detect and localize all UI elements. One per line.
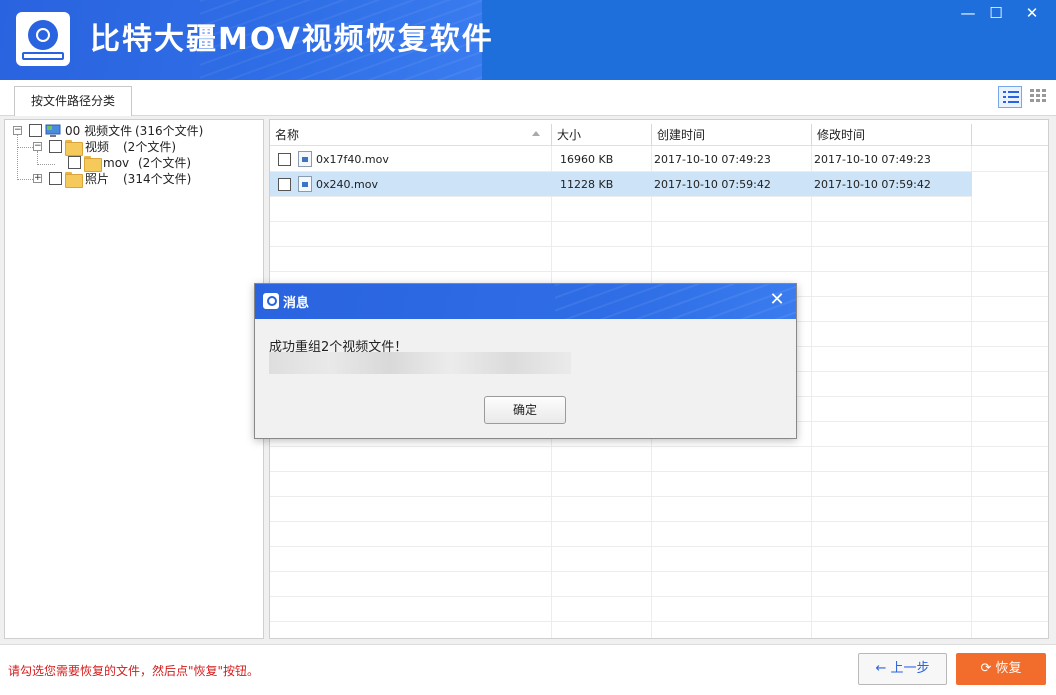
hint-text: 请勾选您需要恢复的文件，然后点"恢复"按钮。 (8, 664, 260, 678)
empty-row (270, 497, 1048, 522)
cell-created: 2017-10-10 07:49:23 (654, 153, 771, 166)
list-view-icon (1003, 91, 1019, 103)
tree-item-mov-label: mov (103, 156, 130, 170)
empty-row (270, 247, 1048, 272)
empty-row (270, 572, 1048, 597)
column-header-name[interactable]: 名称 (270, 124, 552, 146)
cell-name: 0x17f40.mov (316, 153, 389, 166)
column-header-size[interactable]: 大小 (552, 124, 652, 146)
previous-step-button[interactable]: ← 上一步 (858, 653, 947, 685)
empty-row (270, 547, 1048, 572)
tree-item-photos[interactable]: + 照片 (314个文件) (5, 171, 263, 188)
tree-item-videos[interactable]: − 视频 (2个文件) (5, 139, 263, 156)
arrow-left-icon: ← (875, 661, 887, 676)
empty-row (270, 197, 1048, 222)
list-view-button[interactable] (998, 86, 1022, 108)
folder-tree: − 00 视频文件 (316个文件) − 视频 (2个文件) mov (2个文件… (4, 119, 264, 639)
table-row[interactable]: 0x17f40.mov 16960 KB 2017-10-10 07:49:23… (270, 147, 1048, 172)
close-window-button[interactable]: ✕ (1020, 4, 1044, 22)
tabs-bar: 按文件路径分类 (0, 80, 1056, 116)
empty-row (270, 222, 1048, 247)
cell-name: 0x240.mov (316, 178, 378, 191)
tree-item-photos-label: 照片 (85, 172, 110, 186)
table-row-selected[interactable]: 0x240.mov 11228 KB 2017-10-10 07:59:42 2… (270, 172, 972, 197)
tree-item-root-label: 00 视频文件 (65, 124, 133, 138)
collapse-icon[interactable]: − (13, 126, 22, 135)
cell-size: 16960 KB (560, 153, 614, 166)
cell-modified: 2017-10-10 07:49:23 (814, 153, 931, 166)
computer-icon (45, 124, 61, 137)
minimize-button[interactable]: — (956, 4, 980, 22)
grid-view-icon (1030, 89, 1046, 102)
dialog-title: 消息 (283, 296, 310, 311)
tree-item-mov-count: (2个文件) (138, 156, 191, 170)
tree-item-mov[interactable]: mov (2个文件) (5, 155, 263, 172)
dialog-close-button[interactable]: ✕ (765, 288, 789, 312)
tree-item-videos-count: (2个文件) (123, 140, 176, 154)
empty-row (270, 522, 1048, 547)
table-header: 名称 大小 创建时间 修改时间 (270, 124, 1048, 146)
app-small-icon (263, 293, 279, 309)
cell-created: 2017-10-10 07:59:42 (654, 178, 771, 191)
folder-icon (84, 156, 102, 172)
tree-item-videos-label: 视频 (85, 140, 110, 154)
previous-step-label: 上一步 (890, 661, 930, 676)
tree-item-photos-count: (314个文件) (123, 172, 192, 186)
collapse-icon[interactable]: − (33, 142, 42, 151)
empty-row (270, 622, 1048, 638)
maximize-button[interactable]: ☐ (984, 4, 1008, 22)
tree-root-checkbox[interactable] (29, 124, 42, 137)
tab-file-path[interactable]: 按文件路径分类 (14, 86, 132, 116)
tree-item-root[interactable]: − 00 视频文件 (316个文件) (5, 123, 263, 139)
row-checkbox[interactable] (278, 153, 291, 166)
cell-modified: 2017-10-10 07:59:42 (814, 178, 931, 191)
cell-size: 11228 KB (560, 178, 614, 191)
tree-mov-checkbox[interactable] (68, 156, 81, 169)
empty-row (270, 597, 1048, 622)
refresh-icon: ⟳ (980, 661, 992, 676)
tree-item-root-count: (316个文件) (135, 124, 204, 138)
empty-row (270, 472, 1048, 497)
app-title: 比特大疆MOV视频恢复软件 (90, 22, 494, 57)
column-header-modified[interactable]: 修改时间 (812, 124, 972, 146)
message-dialog: 消息 ✕ 成功重组2个视频文件！ 确定 (254, 283, 797, 439)
folder-icon (65, 140, 83, 156)
dialog-ok-button[interactable]: 确定 (484, 396, 566, 424)
row-checkbox[interactable] (278, 178, 291, 191)
column-header-created[interactable]: 创建时间 (652, 124, 812, 146)
tree-videos-checkbox[interactable] (49, 140, 62, 153)
empty-row (270, 447, 1048, 472)
recover-label: 恢复 (995, 661, 1022, 676)
recover-button[interactable]: ⟳ 恢复 (956, 653, 1046, 685)
tree-photos-checkbox[interactable] (49, 172, 62, 185)
title-bar: 比特大疆MOV视频恢复软件 — ☐ ✕ (0, 0, 1056, 80)
video-file-icon (298, 176, 312, 192)
folder-icon (65, 172, 83, 188)
video-file-icon (298, 151, 312, 167)
grid-view-button[interactable] (1026, 86, 1050, 108)
sort-ascending-icon (532, 131, 540, 136)
dialog-header: 消息 ✕ (255, 284, 796, 319)
redacted-text (269, 352, 571, 374)
expand-icon[interactable]: + (33, 174, 42, 183)
app-logo-icon (16, 12, 70, 66)
status-bar: 请勾选您需要恢复的文件，然后点"恢复"按钮。 ← 上一步 ⟳ 恢复 (0, 644, 1056, 695)
